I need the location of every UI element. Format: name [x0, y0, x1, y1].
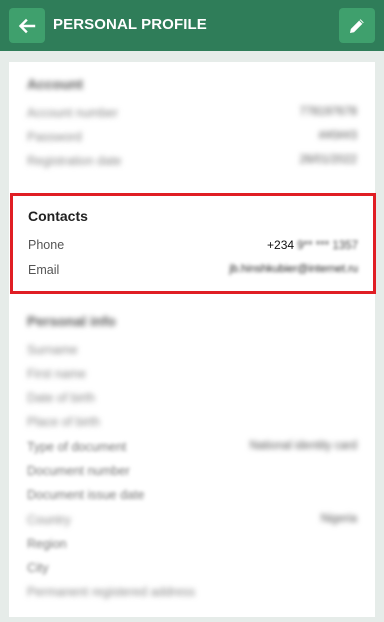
first-name-label: First name: [27, 367, 87, 381]
country-value: Nigeria: [320, 513, 357, 525]
phone-masked: 9** *** 1357: [297, 240, 358, 252]
registration-date-label: Registration date: [27, 154, 122, 168]
section-title-contacts: Contacts: [28, 208, 88, 224]
email-value[interactable]: jb.hinshkubier@internet.ru: [229, 263, 358, 275]
account-number-label: Account number: [27, 106, 119, 120]
contacts-section: Contacts Phone +234 9** *** 1357 Email j…: [10, 193, 376, 294]
password-value: ##0##3: [318, 130, 357, 142]
country-label: Country: [27, 513, 71, 527]
permanent-address-label: Permanent registered address: [27, 585, 196, 599]
document-type-value: National identity card: [249, 440, 357, 452]
email-label: Email: [28, 263, 60, 277]
pencil-icon: [350, 18, 364, 33]
phone-value[interactable]: +234 9** *** 1357: [267, 238, 358, 252]
document-type-label: Type of document: [27, 440, 127, 454]
password-label: Password: [27, 130, 82, 144]
page-title: PERSONAL PROFILE: [53, 16, 207, 33]
account-number-value: 778197678: [299, 106, 357, 118]
date-of-birth-label: Date of birth: [27, 391, 96, 405]
section-title-personal-info: Personal info: [27, 313, 116, 329]
edit-button[interactable]: [339, 8, 375, 43]
phone-prefix: +234: [267, 238, 295, 252]
arrow-left-icon: [18, 18, 36, 33]
city-label: City: [27, 561, 49, 575]
profile-card: Account Account number 778197678 Passwor…: [9, 62, 375, 617]
registration-date-value: 26/01/2022: [299, 154, 357, 166]
back-button[interactable]: [9, 8, 45, 43]
place-of-birth-label: Place of birth: [27, 415, 100, 429]
phone-label: Phone: [28, 238, 65, 252]
surname-label: Surname: [27, 343, 78, 357]
section-title-account: Account: [27, 76, 83, 92]
document-issue-date-label: Document issue date: [27, 488, 145, 502]
document-number-label: Document number: [27, 464, 130, 478]
top-app-bar: PERSONAL PROFILE: [0, 0, 384, 51]
region-label: Region: [27, 537, 67, 551]
